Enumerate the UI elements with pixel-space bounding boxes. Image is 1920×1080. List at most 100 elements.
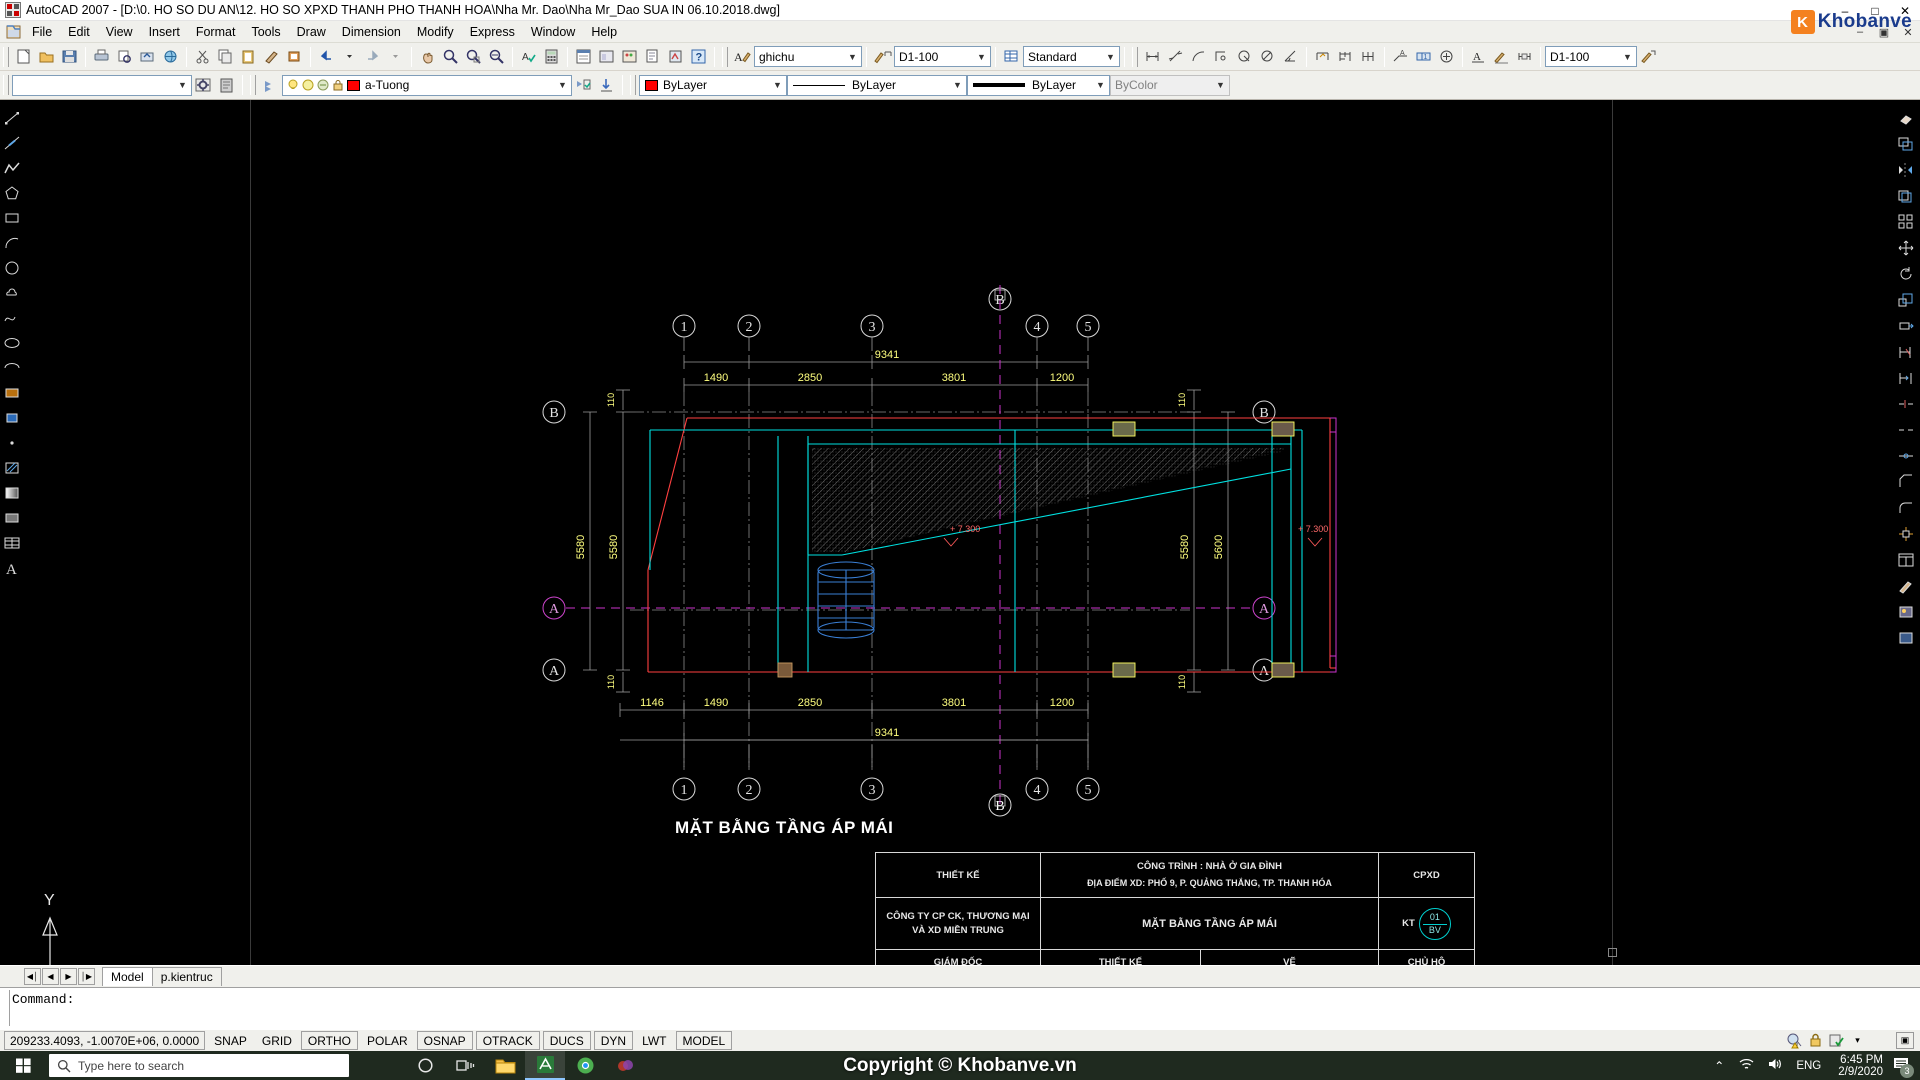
table-style-combo[interactable]: Standard ▼	[1023, 46, 1120, 67]
construction-line-icon[interactable]	[0, 131, 24, 155]
wifi-icon[interactable]	[1738, 1057, 1755, 1074]
clock[interactable]: 6:45 PM 2/9/2020	[1838, 1054, 1883, 1078]
menu-tools[interactable]: Tools	[243, 23, 288, 41]
zoom-window-icon[interactable]	[462, 45, 485, 68]
properties-palette-icon[interactable]	[572, 45, 595, 68]
coordinates-display[interactable]: 209233.4093, -1.0070E+06, 0.0000	[4, 1031, 206, 1050]
stretch-icon[interactable]	[1894, 314, 1918, 338]
plot-preview-icon[interactable]	[113, 45, 136, 68]
point-icon[interactable]	[0, 431, 24, 455]
diameter-dimension-icon[interactable]	[1256, 45, 1279, 68]
make-object-layer-current-icon[interactable]	[572, 74, 595, 97]
publish-to-web-icon[interactable]	[159, 45, 182, 68]
status-toggle-grid[interactable]: GRID	[256, 1031, 298, 1050]
linear-dimension-icon[interactable]	[1141, 45, 1164, 68]
chevron-down-icon[interactable]: ▼	[1619, 47, 1636, 66]
status-toggle-snap[interactable]: SNAP	[208, 1031, 253, 1050]
block-editor-icon[interactable]	[283, 45, 306, 68]
menu-insert[interactable]: Insert	[141, 23, 188, 41]
lineweight-combo[interactable]: ByLayer ▼	[967, 74, 1110, 96]
menu-window[interactable]: Window	[523, 23, 583, 41]
menu-modify[interactable]: Modify	[409, 23, 462, 41]
status-toggle-lwt[interactable]: LWT	[636, 1031, 672, 1050]
center-mark-icon[interactable]	[1435, 45, 1458, 68]
menu-dimension[interactable]: Dimension	[334, 23, 409, 41]
status-toggle-otrack[interactable]: OTRACK	[475, 1031, 540, 1050]
properties-toolbar-grip[interactable]	[630, 75, 636, 95]
menu-express[interactable]: Express	[462, 23, 523, 41]
open-file-icon[interactable]	[35, 45, 58, 68]
rotate-icon[interactable]	[1894, 262, 1918, 286]
cortana-icon[interactable]	[405, 1051, 445, 1080]
chamfer-icon[interactable]	[1894, 470, 1918, 494]
communication-center-icon[interactable]: !	[1785, 1031, 1804, 1050]
chevron-down-icon[interactable]: ▼	[844, 47, 861, 66]
copy-icon[interactable]	[214, 45, 237, 68]
cad-drawing[interactable]: 12 34 5 B 9341 1490 2850 3801 1200 B B A…	[250, 100, 1650, 965]
text-style-combo[interactable]: ghichu ▼	[754, 46, 862, 67]
grip-marker[interactable]	[1608, 948, 1617, 957]
match-props-icon[interactable]	[1894, 574, 1918, 598]
hatch-icon[interactable]	[0, 456, 24, 480]
radius-dimension-icon[interactable]	[1233, 45, 1256, 68]
dimension-edit-icon[interactable]: A	[1467, 45, 1490, 68]
tool-palettes-icon[interactable]	[618, 45, 641, 68]
tab-model[interactable]: Model	[102, 967, 153, 986]
join-icon[interactable]	[1894, 444, 1918, 468]
copy-object-icon[interactable]	[1894, 132, 1918, 156]
chevron-down-icon[interactable]: ▼	[554, 76, 571, 95]
lock-icon[interactable]	[1806, 1031, 1825, 1050]
help-icon[interactable]: ?	[687, 45, 710, 68]
layer-filter-combo[interactable]: ▼	[12, 74, 192, 96]
linetype-combo[interactable]: ByLayer ▼	[787, 74, 967, 96]
visual-style-icon[interactable]	[1894, 626, 1918, 650]
paste-icon[interactable]	[237, 45, 260, 68]
status-toggle-ortho[interactable]: ORTHO	[300, 1031, 358, 1050]
erase-icon[interactable]	[1894, 106, 1918, 130]
zoom-previous-icon[interactable]	[485, 45, 508, 68]
menu-edit[interactable]: Edit	[60, 23, 98, 41]
task-view-icon[interactable]	[445, 1051, 485, 1080]
dimension-text-edit-icon[interactable]	[1490, 45, 1513, 68]
line-icon[interactable]	[0, 106, 24, 130]
file-explorer-icon[interactable]	[485, 1051, 525, 1080]
extend-icon[interactable]	[1894, 366, 1918, 390]
ellipse-arc-icon[interactable]	[0, 356, 24, 380]
command-line-grip[interactable]	[2, 990, 10, 1026]
publish-icon[interactable]	[136, 45, 159, 68]
clean-screen-button[interactable]: ▣	[1896, 1032, 1914, 1049]
object-color-combo[interactable]: ByLayer ▼	[639, 74, 787, 96]
menu-format[interactable]: Format	[188, 23, 244, 41]
start-button[interactable]	[0, 1051, 46, 1080]
chevron-down-icon[interactable]: ▼	[973, 47, 990, 66]
media-app-icon[interactable]	[605, 1051, 645, 1080]
text-style-icon[interactable]: A	[731, 45, 754, 68]
arc-icon[interactable]	[0, 231, 24, 255]
revision-cloud-icon[interactable]	[0, 281, 24, 305]
layer-toolbar-grip[interactable]	[3, 75, 9, 95]
spline-icon[interactable]	[0, 306, 24, 330]
tab-p-kientruc[interactable]: p.kientruc	[151, 967, 222, 986]
status-toggle-dyn[interactable]: DYN	[593, 1031, 634, 1050]
polygon-icon[interactable]	[0, 181, 24, 205]
zoom-realtime-icon[interactable]	[439, 45, 462, 68]
status-toggle-ducs[interactable]: DUCS	[542, 1031, 591, 1050]
chevron-down-icon[interactable]: ▼	[769, 76, 786, 95]
markup-set-icon[interactable]	[664, 45, 687, 68]
dim-style-icon[interactable]	[871, 45, 894, 68]
new-file-icon[interactable]	[12, 45, 35, 68]
baseline-dimension-icon[interactable]	[1334, 45, 1357, 68]
polyline-icon[interactable]	[0, 156, 24, 180]
chevron-down-icon[interactable]: ▼	[1092, 76, 1109, 95]
chevron-down-icon[interactable]: ▼	[949, 76, 966, 95]
render-icon[interactable]	[1894, 600, 1918, 624]
speaker-icon[interactable]	[1767, 1057, 1783, 1074]
chevron-down-icon[interactable]: ▼	[1102, 47, 1119, 66]
make-block-icon[interactable]	[0, 406, 24, 430]
layer-previous-icon[interactable]	[259, 74, 282, 97]
manage-xrefs-icon[interactable]	[1827, 1031, 1846, 1050]
dimension-toolbar-grip[interactable]	[1132, 46, 1138, 67]
quick-dimension-icon[interactable]	[1311, 45, 1334, 68]
tab-nav-prev[interactable]: ◀	[42, 968, 59, 985]
gradient-icon[interactable]	[0, 481, 24, 505]
